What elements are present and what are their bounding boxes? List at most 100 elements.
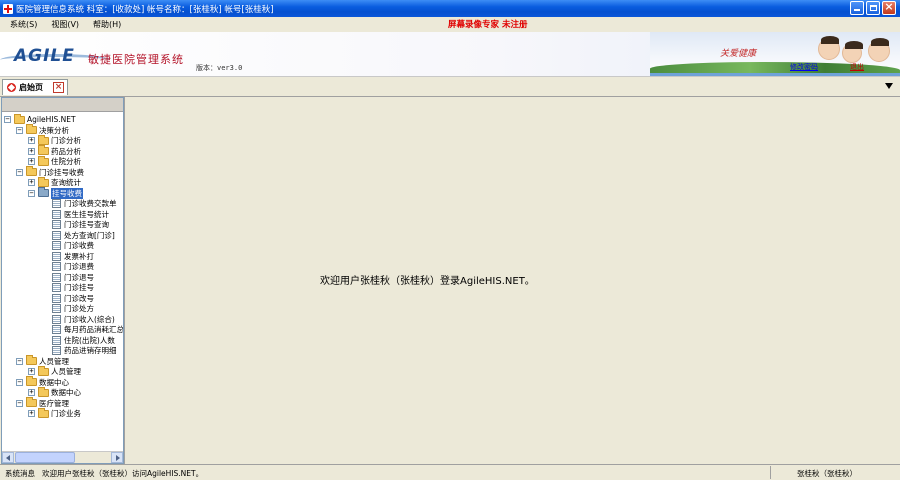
tree-leaf-item[interactable]: 门诊收入(综合) <box>52 314 115 325</box>
form-icon <box>52 241 61 250</box>
close-icon: × <box>884 0 894 13</box>
expand-icon[interactable]: + <box>28 179 35 186</box>
collapse-icon[interactable]: − <box>16 357 23 365</box>
hair-graphic <box>845 41 863 49</box>
tree-node-query-statistics[interactable]: + 查询统计 <box>28 176 81 188</box>
expand-icon[interactable]: + <box>28 147 35 155</box>
scroll-right-icon[interactable] <box>111 452 123 463</box>
tree-leaf-label: 门诊收费交款单 <box>64 199 117 208</box>
tree-node-data-center[interactable]: + 数据中心 <box>28 386 81 398</box>
tree-leaf-label: 处方查询[门诊] <box>64 230 115 240</box>
tree-leaf-item[interactable]: 药品进销存明细 <box>52 345 117 356</box>
collapse-icon[interactable]: − <box>28 189 35 197</box>
maximize-button[interactable] <box>866 1 880 15</box>
main-content: 欢迎用户张桂秋（张桂秋）登录AgileHIS.NET。 <box>125 97 900 464</box>
tree-node-label: 药品分析 <box>51 146 81 156</box>
tree-node-outpatient-analysis[interactable]: + 门诊分析 <box>28 134 81 146</box>
tree-leaf-label: 医生挂号统计 <box>64 209 109 219</box>
product-name: 敏捷医院管理系统 <box>88 53 184 66</box>
horizontal-scrollbar[interactable] <box>2 451 123 463</box>
folder-icon <box>38 155 49 166</box>
expand-icon[interactable]: + <box>28 137 35 144</box>
menu-help[interactable]: 帮助(H) <box>93 19 121 30</box>
collapse-icon[interactable]: − <box>4 116 11 123</box>
folder-icon <box>38 365 49 376</box>
status-bar: 系统消息 欢迎用户张桂秋（张桂秋）访问AgileHIS.NET。 张桂秋（张桂秋… <box>0 464 900 480</box>
tab-home[interactable]: 启始页 × <box>2 79 68 95</box>
folder-icon <box>26 397 37 407</box>
tree-leaf-item[interactable]: 门诊退费 <box>52 261 94 272</box>
tree-leaf-item[interactable]: 门诊处方 <box>52 303 94 314</box>
app-banner: AGILE 敏捷医院管理系统 版本：ver3.0 关爱健康 修改密码 退出 <box>0 32 900 77</box>
tree-node-inpatient-analysis[interactable]: + 住院分析 <box>28 155 81 167</box>
tree-node-personnel-management[interactable]: + 人员管理 <box>28 365 81 377</box>
collapse-icon[interactable]: − <box>16 378 23 386</box>
folder-icon <box>26 355 37 365</box>
tree-node-label: 住院分析 <box>51 157 81 166</box>
folder-icon <box>26 124 37 134</box>
expand-icon[interactable]: + <box>28 389 35 396</box>
folder-icon <box>38 134 49 145</box>
tree-leaf-item[interactable]: 住院(出院)人数 <box>52 335 115 346</box>
tree-leaf-label: 门诊挂号 <box>64 283 94 292</box>
triangle-down-icon[interactable] <box>885 83 893 89</box>
tree-node-label: 查询统计 <box>51 178 81 187</box>
tree-leaf-item[interactable]: 处方查询[门诊] <box>52 230 115 241</box>
version-label: 版本：ver3.0 <box>196 64 243 72</box>
expand-icon[interactable]: + <box>28 410 35 417</box>
tree-node-registration-fee[interactable]: − 挂号收费 <box>28 187 83 199</box>
tree-node-root[interactable]: − AgileHIS.NET <box>4 113 76 125</box>
menu-system[interactable]: 系统(S) <box>10 19 37 30</box>
tree-node-label: 门诊分析 <box>51 136 81 145</box>
tree-node-outpatient-registration[interactable]: − 门诊挂号收费 <box>16 166 84 178</box>
agile-logo: AGILE <box>14 46 75 66</box>
minimize-icon <box>854 9 860 11</box>
scroll-left-icon[interactable] <box>2 452 14 463</box>
navigation-tree: − AgileHIS.NET − 决策分析 + 门诊分析 + 药品分析 + 住院… <box>2 112 123 451</box>
close-icon[interactable]: × <box>53 82 64 93</box>
unregistered-notice: 屏幕录像专家 未注册 <box>448 20 528 30</box>
scrollbar-thumb[interactable] <box>15 452 75 463</box>
tree-leaf-item[interactable]: 门诊挂号 <box>52 282 94 293</box>
menu-view[interactable]: 视图(V) <box>51 19 79 30</box>
tree-leaf-item[interactable]: 门诊改号 <box>52 293 94 304</box>
collapse-icon[interactable]: − <box>16 399 23 407</box>
tree-node-drug-analysis[interactable]: + 药品分析 <box>28 145 81 157</box>
close-window-button[interactable]: × <box>882 0 896 15</box>
window-controls: × <box>850 0 896 15</box>
form-icon <box>52 304 61 313</box>
collapse-icon[interactable]: − <box>16 168 23 176</box>
tree-leaf-item[interactable]: 每月药品消耗汇总 <box>52 324 123 335</box>
tree-leaf-item[interactable]: 门诊挂号查询 <box>52 219 109 230</box>
tree-leaf-item[interactable]: 门诊收费交款单 <box>52 198 117 209</box>
change-password-link[interactable]: 修改密码 <box>790 62 818 72</box>
nurse-photo <box>842 41 863 63</box>
tree-node-outpatient-business[interactable]: + 门诊业务 <box>28 407 81 419</box>
tree-leaf-item[interactable]: 发票补打 <box>52 251 94 262</box>
banner-slogan: 关爱健康 <box>720 49 757 59</box>
form-icon <box>52 251 61 261</box>
tree-leaf-label: 门诊退费 <box>64 262 94 271</box>
maximize-icon <box>870 5 877 11</box>
folder-icon <box>38 145 49 155</box>
folder-icon <box>38 176 49 187</box>
status-user-panel: 张桂秋（张桂秋） <box>770 466 894 479</box>
tree-leaf-label: 住院(出院)人数 <box>64 335 115 345</box>
form-icon <box>52 293 61 303</box>
expand-icon[interactable]: + <box>28 368 35 375</box>
window-title: 医院管理信息系统 科室：[收款处] 帐号名称：[张桂秋] 帐号[张桂秋] <box>16 4 274 15</box>
form-icon <box>52 199 61 208</box>
tree-leaf-item[interactable]: 门诊退号 <box>52 272 94 283</box>
tree-leaf-label: 每月药品消耗汇总 <box>64 325 123 334</box>
minimize-button[interactable] <box>850 1 864 15</box>
tree-leaf-item[interactable]: 医生挂号统计 <box>52 209 109 220</box>
folder-icon <box>26 376 37 386</box>
expand-icon[interactable]: + <box>28 158 35 165</box>
tab-home-label: 启始页 <box>19 83 43 92</box>
logout-link[interactable]: 退出 <box>850 62 864 72</box>
doctor-photo <box>818 36 840 60</box>
collapse-icon[interactable]: − <box>16 126 23 134</box>
welcome-message: 欢迎用户张桂秋（张桂秋）登录AgileHIS.NET。 <box>320 276 535 287</box>
tree-leaf-item[interactable]: 门诊收费 <box>52 240 94 251</box>
tree-leaf-label: 门诊收入(综合) <box>64 314 115 324</box>
